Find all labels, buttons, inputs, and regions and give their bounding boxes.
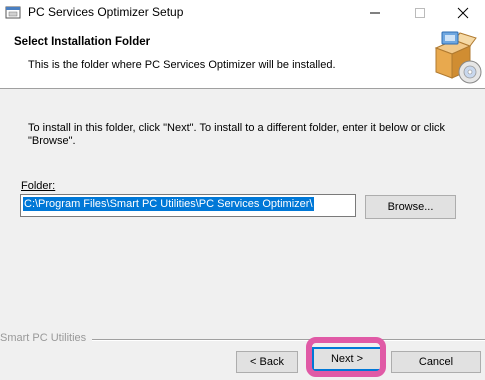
title-bar: PC Services Optimizer Setup: [0, 0, 485, 26]
folder-label: Folder:: [21, 180, 55, 192]
footer-divider: [92, 339, 485, 341]
folder-label-text: Folder:: [21, 180, 56, 192]
browse-button[interactable]: Browse...: [365, 195, 456, 219]
close-icon: [457, 7, 469, 19]
page-subtitle: This is the folder where PC Services Opt…: [28, 59, 336, 71]
brand-label: Smart PC Utilities: [0, 332, 87, 344]
window-title: PC Services Optimizer Setup: [28, 5, 184, 19]
installer-icon: [5, 6, 21, 19]
minimize-icon: [370, 12, 380, 14]
instructions-text: To install in this folder, click "Next".…: [28, 122, 446, 147]
install-box-cd-icon: [434, 31, 482, 84]
folder-path-input[interactable]: C:\Program Files\Smart PC Utilities\PC S…: [20, 194, 356, 217]
maximize-button[interactable]: [398, 0, 442, 26]
maximize-icon: [415, 8, 425, 18]
wizard-header: Select Installation Folder This is the f…: [0, 26, 485, 89]
close-button[interactable]: [441, 0, 485, 26]
cancel-button[interactable]: Cancel: [391, 351, 481, 373]
folder-path-value: C:\Program Files\Smart PC Utilities\PC S…: [23, 197, 314, 211]
minimize-button[interactable]: [353, 0, 397, 26]
next-button[interactable]: Next >: [312, 347, 382, 371]
page-title: Select Installation Folder: [14, 36, 151, 48]
back-button[interactable]: < Back: [236, 351, 298, 373]
